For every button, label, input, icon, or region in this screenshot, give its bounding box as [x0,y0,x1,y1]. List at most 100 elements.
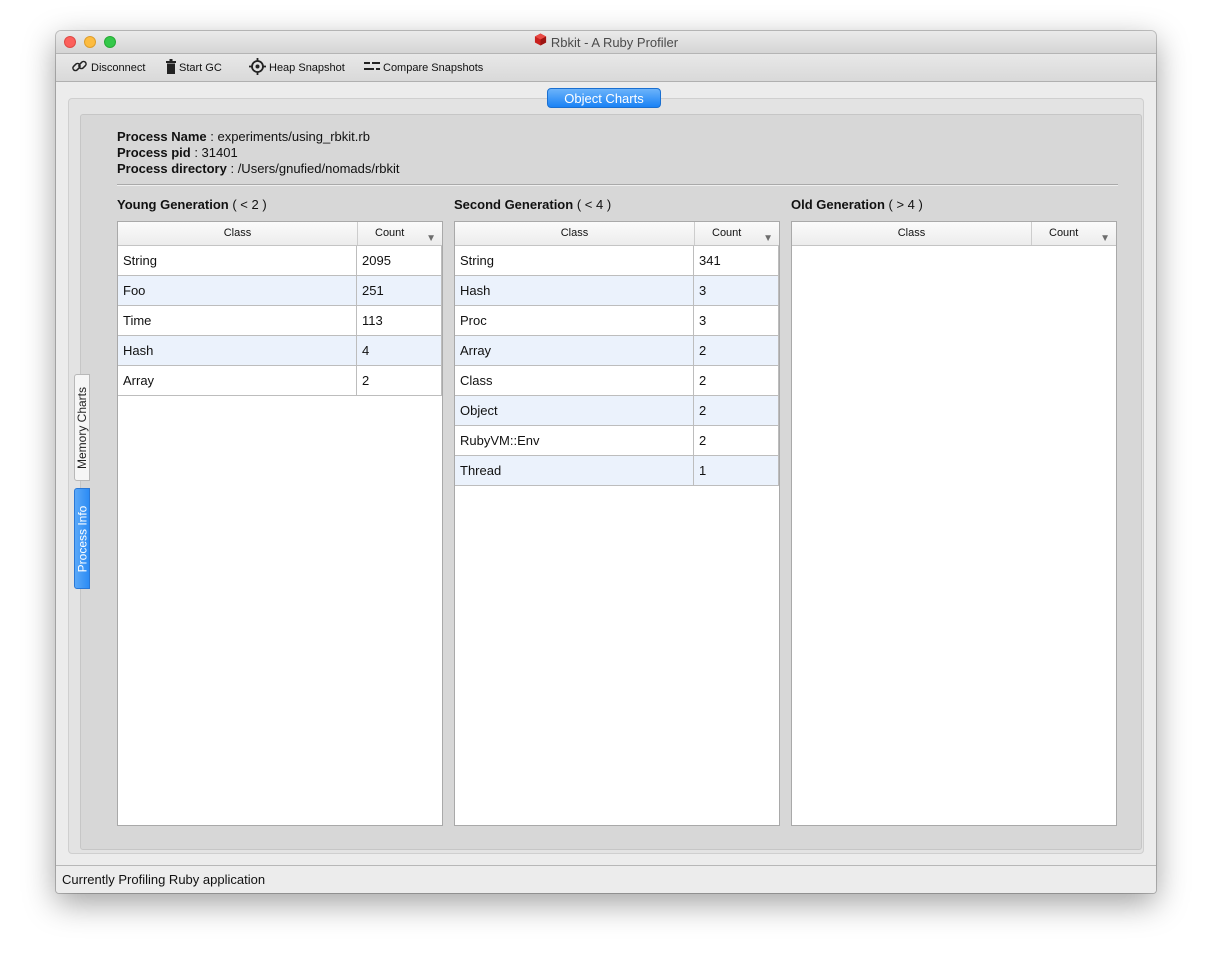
crosshair-icon [249,57,269,78]
count-column-label: Count [375,227,405,239]
table-header: Class Count ▼ [118,222,442,246]
start-gc-label: Start GC [179,61,222,74]
close-window-button[interactable] [64,36,76,48]
class-cell: String [118,246,357,275]
window-title: Rbkit - A Ruby Profiler [550,34,679,50]
table-row[interactable]: Array 2 [455,336,779,366]
disconnect-button[interactable]: Disconnect [71,54,145,81]
table-row[interactable]: Object 2 [455,396,779,426]
class-cell: Object [455,396,694,425]
process-pid-label: Process pid [117,145,191,160]
process-info: Process Name : experiments/using_rbkit.r… [117,129,400,177]
process-name-label: Process Name [117,129,207,144]
table-header: Class Count ▼ [455,222,779,246]
tab-process-info-label: Process Info [75,505,90,572]
maximize-window-button[interactable] [104,36,116,48]
table-row[interactable]: RubyVM::Env 2 [455,426,779,456]
tab-memory-charts-label: Memory Charts [75,386,90,469]
count-column-label: Count [1049,227,1079,239]
start-gc-button[interactable]: Start GC [166,54,222,81]
class-cell: Hash [455,276,694,305]
process-dir-line: Process directory : /Users/gnufied/nomad… [117,161,400,176]
count-cell: 3 [694,276,779,305]
table-row[interactable]: Array 2 [118,366,442,396]
compare-snapshots-button[interactable]: Compare Snapshots [364,54,483,81]
tab-process-info[interactable]: Process Info [74,488,90,589]
class-cell: RubyVM::Env [455,426,694,455]
count-cell: 3 [694,306,779,335]
count-cell: 1 [694,456,779,485]
second-generation-range: ( < 4 ) [576,197,612,212]
count-cell: 113 [357,306,442,335]
table-body: String 341 Hash 3 Proc 3 Array 2 Class 2 Object 2 Ru… [455,246,779,486]
table-row[interactable]: Class 2 [455,366,779,396]
title-bar[interactable]: Rbkit - A Ruby Profiler [56,31,1156,54]
divider [117,184,1118,186]
disconnect-label: Disconnect [91,61,146,74]
table-row[interactable]: String 2095 [118,246,442,276]
count-cell: 2 [694,426,779,455]
class-cell: Hash [118,336,357,365]
app-window: Rbkit - A Ruby Profiler Disconnect Start… [56,31,1156,893]
sort-descending-icon: ▼ [1100,233,1110,244]
toolbar: Disconnect Start GC Heap Snapshot Compar… [56,54,1156,82]
old-generation-range: ( > 4 ) [888,197,923,212]
class-cell: Thread [455,456,694,485]
young-generation-range: ( < 2 ) [232,197,267,212]
count-cell: 2 [694,336,779,365]
heap-snapshot-label: Heap Snapshot [269,61,345,74]
class-cell: Proc [455,306,694,335]
table-row[interactable]: Hash 3 [455,276,779,306]
count-column-label: Count [712,227,742,239]
count-cell: 2 [694,366,779,395]
count-cell: 341 [694,246,779,275]
young-generation-table[interactable]: Class Count ▼ String 2095 Foo 251 Time 113 Has… [117,221,443,826]
tab-object-charts[interactable]: Object Charts [547,88,661,108]
count-cell: 4 [357,336,442,365]
table-row[interactable]: Time 113 [118,306,442,336]
minimize-window-button[interactable] [84,36,96,48]
heap-snapshot-button[interactable]: Heap Snapshot [249,54,345,81]
second-generation-table[interactable]: Class Count ▼ String 341 Hash 3 Proc 3 Array 2 C… [454,221,780,826]
class-column-header[interactable]: Class [118,222,358,245]
count-cell: 2 [357,366,442,395]
class-column-header[interactable]: Class [455,222,695,245]
class-cell: Class [455,366,694,395]
count-cell: 251 [357,276,442,305]
class-column-header[interactable]: Class [792,222,1032,245]
count-column-header[interactable]: Count ▼ [1032,222,1116,245]
process-dir-label: Process directory [117,161,227,176]
process-name-line: Process Name : experiments/using_rbkit.r… [117,129,370,144]
class-cell: Time [118,306,357,335]
ruby-gem-icon [534,33,547,51]
table-row[interactable]: String 341 [455,246,779,276]
process-pid-value: 31401 [201,145,238,160]
class-cell: Foo [118,276,357,305]
count-column-header[interactable]: Count ▼ [358,222,442,245]
table-row[interactable]: Proc 3 [455,306,779,336]
compare-snapshots-label: Compare Snapshots [383,61,484,74]
trash-icon [166,58,179,77]
second-generation-title: Second Generation ( < 4 ) [454,197,611,212]
table-row[interactable]: Foo 251 [118,276,442,306]
young-generation-title: Young Generation ( < 2 ) [117,197,267,212]
young-generation-label: Young Generation [117,197,229,212]
process-pid-line: Process pid : 31401 [117,145,238,160]
count-cell: 2095 [357,246,442,275]
sort-descending-icon: ▼ [763,233,773,244]
sort-descending-icon: ▼ [426,233,436,244]
process-name-value: experiments/using_rbkit.rb [217,129,370,144]
count-cell: 2 [694,396,779,425]
table-header: Class Count ▼ [792,222,1116,246]
old-generation-label: Old Generation [791,197,885,212]
second-generation-label: Second Generation [454,197,574,212]
class-cell: String [455,246,694,275]
compare-icon [364,61,383,74]
class-cell: Array [118,366,357,395]
old-generation-table[interactable]: Class Count ▼ [791,221,1117,826]
count-column-header[interactable]: Count ▼ [695,222,779,245]
tab-memory-charts[interactable]: Memory Charts [74,374,90,481]
old-generation-title: Old Generation ( > 4 ) [791,197,923,212]
table-row[interactable]: Thread 1 [455,456,779,486]
table-row[interactable]: Hash 4 [118,336,442,366]
